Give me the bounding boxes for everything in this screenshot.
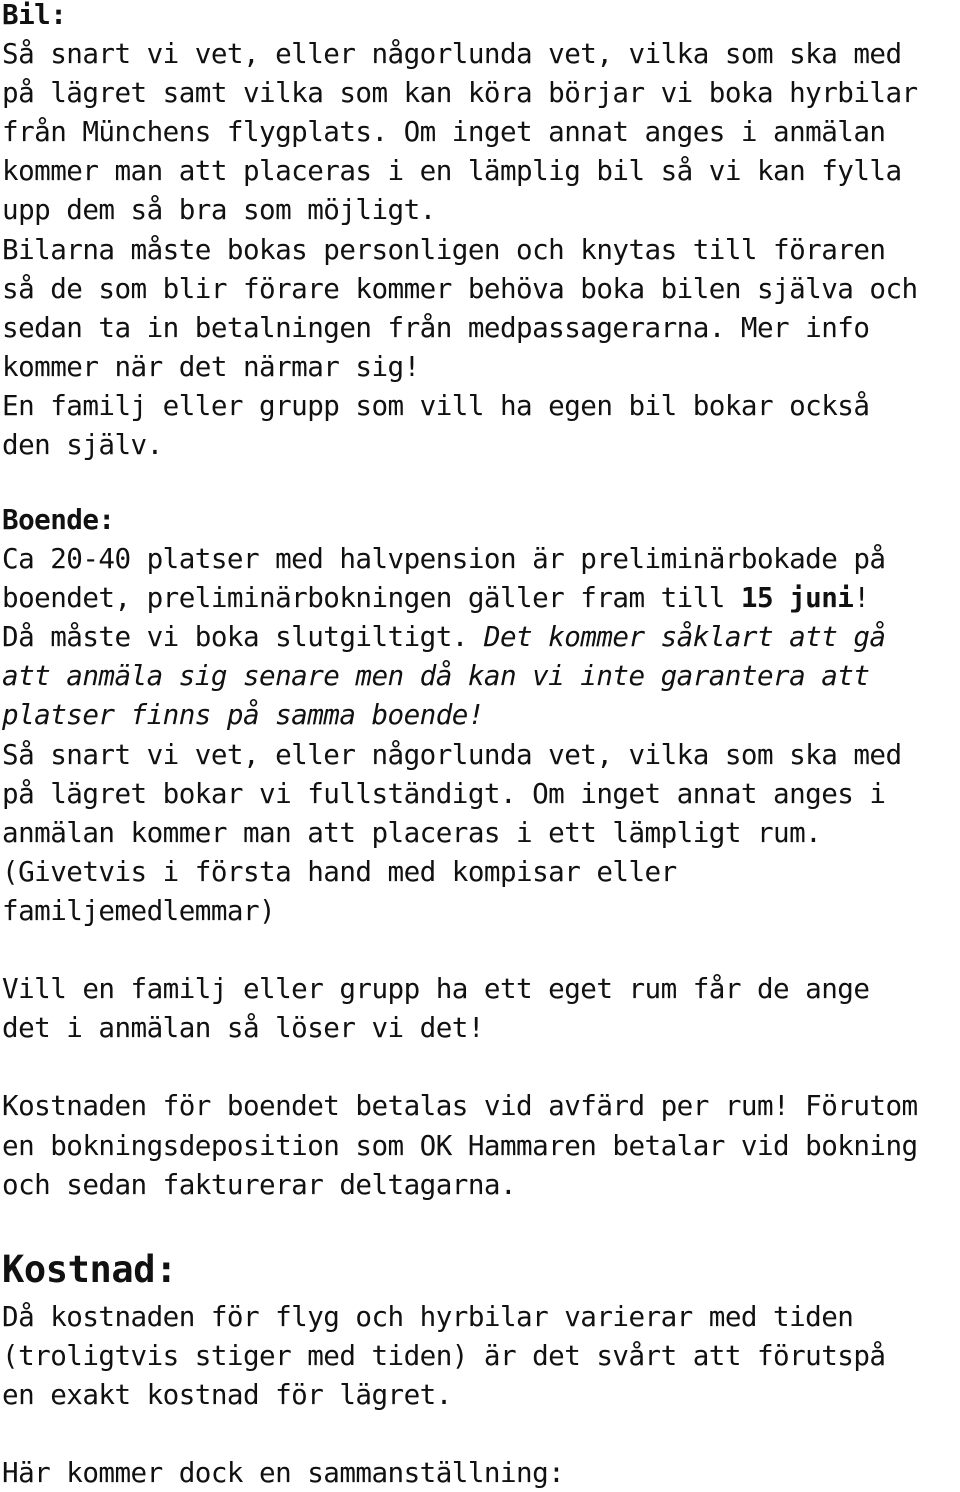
paragraph-line: på lägret bokar vi fullständigt. Om inge… bbox=[2, 776, 886, 810]
section-heading-kostnad: Kostnad: bbox=[2, 1248, 178, 1291]
paragraph-line: platser finns på samma boende! bbox=[2, 695, 918, 734]
paragraph-line: anmälan kommer man att placeras i ett lä… bbox=[2, 815, 822, 849]
paragraph-line: en exakt kostnad för lägret. bbox=[2, 1378, 452, 1412]
section-heading-boende: Boende: bbox=[2, 503, 115, 536]
paragraph-line: En familj eller grupp som vill ha egen b… bbox=[2, 388, 870, 422]
paragraph-line: och sedan fakturerar deltagarna. bbox=[2, 1167, 517, 1201]
paragraph-line: Ca 20-40 platser med halvpension är prel… bbox=[2, 542, 886, 576]
paragraph-line: så de som blir förare kommer behöva boka… bbox=[2, 271, 918, 305]
paragraph-line: Vill en familj eller grupp ha ett eget r… bbox=[2, 972, 870, 1006]
paragraph-line: från Münchens flygplats. Om inget annat … bbox=[2, 115, 886, 149]
paragraph-line: Då måste vi boka slutgiltigt. Det kommer… bbox=[2, 617, 918, 656]
italic-note: att anmäla sig senare men då kan vi inte… bbox=[2, 659, 870, 693]
paragraph-line: (Givetvis i första hand med kompisar ell… bbox=[2, 854, 677, 888]
text-run: ! bbox=[853, 581, 870, 615]
paragraph-line: Så snart vi vet, eller någorlunda vet, v… bbox=[2, 37, 902, 71]
paragraph-line: Kostnaden för boendet betalas vid avfärd… bbox=[2, 1089, 918, 1123]
paragraph-line: kommer man att placeras i en lämplig bil… bbox=[2, 154, 902, 188]
paragraph-line: Bilarna måste bokas personligen och knyt… bbox=[2, 232, 886, 266]
paragraph-line: på lägret samt vilka som kan köra börjar… bbox=[2, 76, 918, 110]
paragraph-line: familjemedlemmar) bbox=[2, 893, 276, 927]
italic-note: platser finns på samma boende! bbox=[2, 698, 484, 732]
section-boende: Boende: Ca 20-40 platser med halvpension… bbox=[2, 500, 918, 1204]
paragraph-line: boendet, preliminärbokningen gäller fram… bbox=[2, 578, 918, 617]
paragraph-line: den själv. bbox=[2, 428, 163, 462]
paragraph-line: Så snart vi vet, eller någorlunda vet, v… bbox=[2, 737, 902, 771]
document-page: Bil: Så snart vi vet, eller någorlunda v… bbox=[0, 0, 960, 1490]
text-run: Då måste vi boka slutgiltigt. bbox=[2, 620, 484, 654]
section-heading-bil: Bil: bbox=[2, 0, 67, 31]
section-kostnad: Kostnad: Då kostnaden för flyg och hyrbi… bbox=[2, 1243, 886, 1492]
paragraph-line: upp dem så bra som möjligt. bbox=[2, 193, 436, 227]
section-bil: Bil: Så snart vi vet, eller någorlunda v… bbox=[2, 0, 918, 464]
paragraph-line: sedan ta in betalningen från medpassager… bbox=[2, 310, 870, 344]
paragraph-line: en bokningsdeposition som OK Hammaren be… bbox=[2, 1128, 918, 1162]
paragraph-line: (troligtvis stiger med tiden) är det svå… bbox=[2, 1339, 886, 1373]
paragraph-line: att anmäla sig senare men då kan vi inte… bbox=[2, 656, 918, 695]
italic-note: Det kommer såklart att gå bbox=[483, 620, 886, 654]
paragraph-line: det i anmälan så löser vi det! bbox=[2, 1011, 484, 1045]
paragraph-line: Då kostnaden för flyg och hyrbilar varie… bbox=[2, 1300, 854, 1333]
text-run: boendet, preliminärbokningen gäller fram… bbox=[2, 581, 741, 615]
deadline-date: 15 juni bbox=[740, 581, 854, 615]
paragraph-line: kommer när det närmar sig! bbox=[2, 349, 420, 383]
summary-intro: Här kommer dock en sammanställning: bbox=[2, 1456, 565, 1490]
